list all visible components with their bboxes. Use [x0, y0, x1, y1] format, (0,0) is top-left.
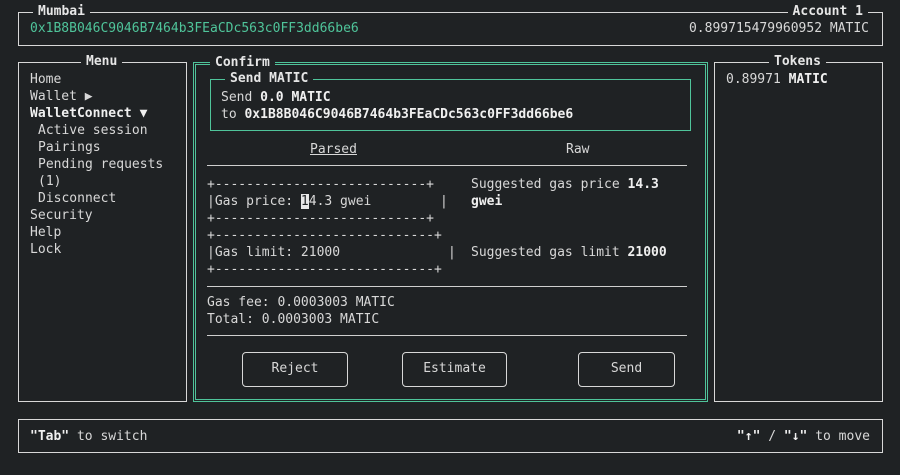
- fee-divider-bottom: [207, 335, 687, 336]
- confirm-panel: Confirm Send MATIC Send 0.0 MATIC to 0x1…: [193, 55, 708, 402]
- menu-item-wallet[interactable]: Wallet ▶: [30, 88, 93, 105]
- gas-price-input[interactable]: |Gas price: 14.3 gwei: [207, 193, 371, 210]
- gas-limit-border-top: +----------------------------+: [207, 228, 442, 243]
- menu-item-pairings[interactable]: Pairings: [38, 139, 101, 156]
- menu-item-home[interactable]: Home: [30, 71, 61, 88]
- suggested-gas-price: Suggested gas price 14.3: [471, 177, 659, 192]
- confirm-title: Confirm: [210, 55, 275, 71]
- menu-item-help[interactable]: Help: [30, 224, 61, 241]
- send-recipient: to 0x1B8B046C9046B7464b3FEaCDc563c0FF3dd…: [221, 107, 574, 122]
- gas-limit-input[interactable]: |Gas limit: 21000: [207, 244, 340, 261]
- menu-item-lock[interactable]: Lock: [30, 241, 61, 258]
- footer-panel: "Tab" to switch "↑" / "↓" to move: [18, 419, 883, 453]
- account-name[interactable]: Account 1: [787, 4, 868, 20]
- tab-parsed[interactable]: Parsed: [310, 141, 357, 158]
- send-amount: Send 0.0 MATIC: [221, 90, 331, 105]
- menu-item-pending-requests[interactable]: Pending requests: [38, 156, 163, 173]
- tabs-divider: [207, 165, 687, 166]
- tab-switch-hint: "Tab" to switch: [30, 429, 148, 444]
- estimate-button[interactable]: Estimate: [402, 352, 507, 387]
- total-cost: Total: 0.0003003 MATIC: [207, 312, 380, 327]
- send-button[interactable]: Send: [578, 352, 675, 387]
- wallet-address: 0x1B8B046C9046B7464b3FEaCDc563c0FF3dd66b…: [30, 21, 359, 36]
- text-cursor: 1: [300, 194, 309, 209]
- menu-title: Menu: [81, 54, 123, 70]
- menu-item-security[interactable]: Security: [30, 207, 93, 224]
- header-panel: Mumbai Account 1 0x1B8B046C9046B7464b3FE…: [18, 4, 883, 46]
- send-summary-title: Send MATIC: [225, 71, 314, 87]
- tab-raw[interactable]: Raw: [566, 141, 589, 158]
- gas-limit-right-border: |: [448, 245, 456, 260]
- tokens-title: Tokens: [769, 54, 826, 70]
- navigation-hint: "↑" / "↓" to move: [736, 429, 870, 444]
- menu-panel: Menu Home Wallet ▶ WalletConnect ▼ Activ…: [18, 54, 187, 402]
- suggested-gas-limit: Suggested gas limit 21000: [471, 245, 667, 260]
- suggested-gas-price-unit: gwei: [471, 194, 503, 209]
- gas-price-border-top: +---------------------------+: [207, 177, 434, 192]
- menu-item-active-session[interactable]: Active session: [38, 122, 148, 139]
- menu-item-disconnect[interactable]: Disconnect: [38, 190, 116, 207]
- send-summary-box: Send MATIC Send 0.0 MATIC to 0x1B8B046C9…: [210, 71, 691, 131]
- gas-price-border-bottom: +---------------------------+: [207, 211, 434, 226]
- gas-price-right-border: |: [440, 194, 448, 209]
- network-name: Mumbai: [33, 4, 90, 20]
- reject-button[interactable]: Reject: [242, 352, 348, 387]
- menu-item-walletconnect[interactable]: WalletConnect ▼: [30, 105, 147, 122]
- account-balance: 0.899715479960952 MATIC: [688, 21, 869, 36]
- tokens-panel: Tokens 0.89971 MATIC: [714, 54, 883, 402]
- fee-divider-top: [207, 286, 687, 287]
- pending-requests-count[interactable]: (1): [38, 173, 61, 190]
- gas-fee: Gas fee: 0.0003003 MATIC: [207, 295, 395, 310]
- gas-limit-border-bottom: +----------------------------+: [207, 262, 442, 277]
- token-balance[interactable]: 0.89971 MATIC: [726, 71, 828, 88]
